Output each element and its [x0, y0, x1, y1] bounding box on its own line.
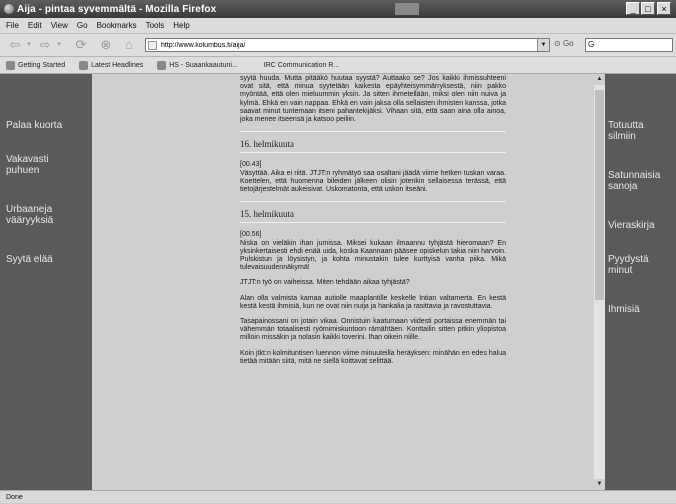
- main-column: syytä huuda. Mutta pitääkö huutaa syystä…: [92, 74, 594, 490]
- bookmark-label: HS - Suaankaautuni...: [169, 61, 238, 69]
- entry-date: 15. helmikuuta: [240, 209, 294, 220]
- go-button[interactable]: ⊙ Go: [554, 39, 574, 48]
- entry-date: 16. helmikuuta: [240, 139, 294, 150]
- page-content: Palaa kuorta Vakavasti puhuen Urbaaneja …: [0, 74, 676, 490]
- browser-window: Aija - pintaa syvemmältä - Mozilla Firef…: [0, 0, 676, 503]
- search-input[interactable]: G: [585, 38, 673, 52]
- back-icon[interactable]: ⇦: [6, 37, 24, 53]
- url-input[interactable]: [161, 41, 521, 49]
- stop-icon[interactable]: ⊗: [97, 37, 115, 53]
- bookmark-hs[interactable]: HS - Suaankaautuni...: [157, 60, 238, 70]
- close-icon[interactable]: ×: [657, 2, 671, 15]
- nav-vieraskirja[interactable]: Vieraskirja: [608, 220, 655, 231]
- menu-bar: File Edit View Go Bookmarks Tools Help: [0, 18, 676, 34]
- minimize-icon[interactable]: _: [626, 2, 640, 15]
- menu-go[interactable]: Go: [77, 21, 88, 30]
- menu-edit[interactable]: Edit: [28, 21, 42, 30]
- entry-time: [00.56]: [240, 231, 262, 239]
- menu-view[interactable]: View: [51, 21, 68, 30]
- menu-file[interactable]: File: [6, 21, 19, 30]
- nav-pyydysta-minut[interactable]: Pyydystä minut: [608, 254, 668, 276]
- reload-icon[interactable]: ⟳: [72, 37, 90, 53]
- entry-paragraph: Koin jtkt:n kolmituntisen luennon viime …: [240, 349, 506, 365]
- scroll-thumb[interactable]: [595, 90, 604, 300]
- go-arrow-icon: ⊙: [554, 39, 561, 48]
- right-navigation: Totuutta silmiin Satunnaisia sanoja Vier…: [605, 74, 676, 490]
- title-bar: Aija - pintaa syvemmältä - Mozilla Firef…: [0, 0, 676, 18]
- entry-paragraph: Tasapainossani on jotain vikaa. Onnistui…: [240, 318, 506, 342]
- intro-paragraph: syytä huuda. Mutta pitääkö huutaa syystä…: [240, 75, 506, 124]
- nav-syyta-elaa[interactable]: Syytä elää: [6, 254, 53, 265]
- firefox-logo-icon: [4, 4, 14, 14]
- nav-satunnaisia-sanoja[interactable]: Satunnaisia sanoja: [608, 170, 676, 192]
- scroll-down-icon[interactable]: ▼: [594, 479, 605, 490]
- window-title: Aija - pintaa syvemmältä - Mozilla Firef…: [17, 3, 217, 15]
- navigation-toolbar: ⇦ ▾ ⇨ ▾ ⟳ ⊗ ⌂ ▼ ⊙ Go G: [0, 34, 676, 57]
- menu-bookmarks[interactable]: Bookmarks: [97, 21, 137, 30]
- entry-paragraph: Alan olla valmista kamaa autiolle maapla…: [240, 294, 506, 310]
- bookmark-label: IRC Communication R...: [263, 61, 340, 69]
- nav-urbaaneja-vaaryyksia[interactable]: Urbaaneja vääryyksiä: [6, 204, 86, 226]
- bookmarks-toolbar: Getting Started Latest Headlines HS - Su…: [0, 57, 676, 74]
- nav-palaa-kuorta[interactable]: Palaa kuorta: [6, 120, 62, 131]
- back-dropdown-icon[interactable]: ▾: [25, 37, 33, 53]
- home-icon[interactable]: ⌂: [120, 37, 138, 53]
- left-navigation: Palaa kuorta Vakavasti puhuen Urbaaneja …: [0, 74, 92, 490]
- entry-time: [00.43]: [240, 161, 262, 169]
- status-bar: Done: [0, 490, 676, 503]
- entry-paragraph: Väsyttää. Aika ei riitä. JTJT:n ryhmätyö…: [240, 169, 506, 194]
- rss-icon: [79, 60, 89, 70]
- bookmark-getting-started[interactable]: Getting Started: [6, 60, 66, 70]
- forward-icon[interactable]: ⇨: [36, 37, 54, 53]
- url-bar[interactable]: ▼: [145, 38, 550, 52]
- divider: [240, 201, 506, 203]
- vertical-scrollbar[interactable]: ▲ ▼: [594, 74, 605, 490]
- bookmark-label: Latest Headlines: [91, 61, 144, 69]
- menu-tools[interactable]: Tools: [146, 21, 165, 30]
- entry-paragraph: Niska on vieläkin ihan jumissa. Miksei k…: [240, 239, 506, 272]
- go-label: Go: [562, 39, 574, 48]
- titlebar-block: [395, 3, 419, 15]
- bookmark-latest-headlines[interactable]: Latest Headlines: [79, 60, 144, 70]
- divider: [240, 222, 506, 224]
- scroll-up-icon[interactable]: ▲: [594, 74, 605, 85]
- page-favicon-icon: [148, 40, 157, 50]
- forward-dropdown-icon[interactable]: ▾: [55, 37, 63, 53]
- firefox-icon: [6, 60, 15, 70]
- divider: [240, 152, 506, 154]
- menu-help[interactable]: Help: [173, 21, 189, 30]
- hs-icon: [157, 60, 167, 70]
- url-dropdown-icon[interactable]: ▼: [537, 39, 549, 51]
- bookmark-irc[interactable]: IRC Communication R...: [252, 61, 339, 70]
- nav-vakavasti-puhuen[interactable]: Vakavasti puhuen: [6, 154, 76, 176]
- bookmark-label: Getting Started: [18, 61, 66, 69]
- entry-paragraph: JTJT:n työ on vaiheissa. Miten tehdään a…: [240, 279, 410, 287]
- nav-ihmisia[interactable]: Ihmisiä: [608, 304, 640, 315]
- blank-icon: [252, 61, 261, 70]
- divider: [240, 131, 506, 133]
- maximize-icon[interactable]: □: [641, 2, 655, 15]
- nav-totuutta-silmiin[interactable]: Totuutta silmiin: [608, 120, 668, 142]
- blog-article: syytä huuda. Mutta pitääkö huutaa syystä…: [240, 74, 506, 373]
